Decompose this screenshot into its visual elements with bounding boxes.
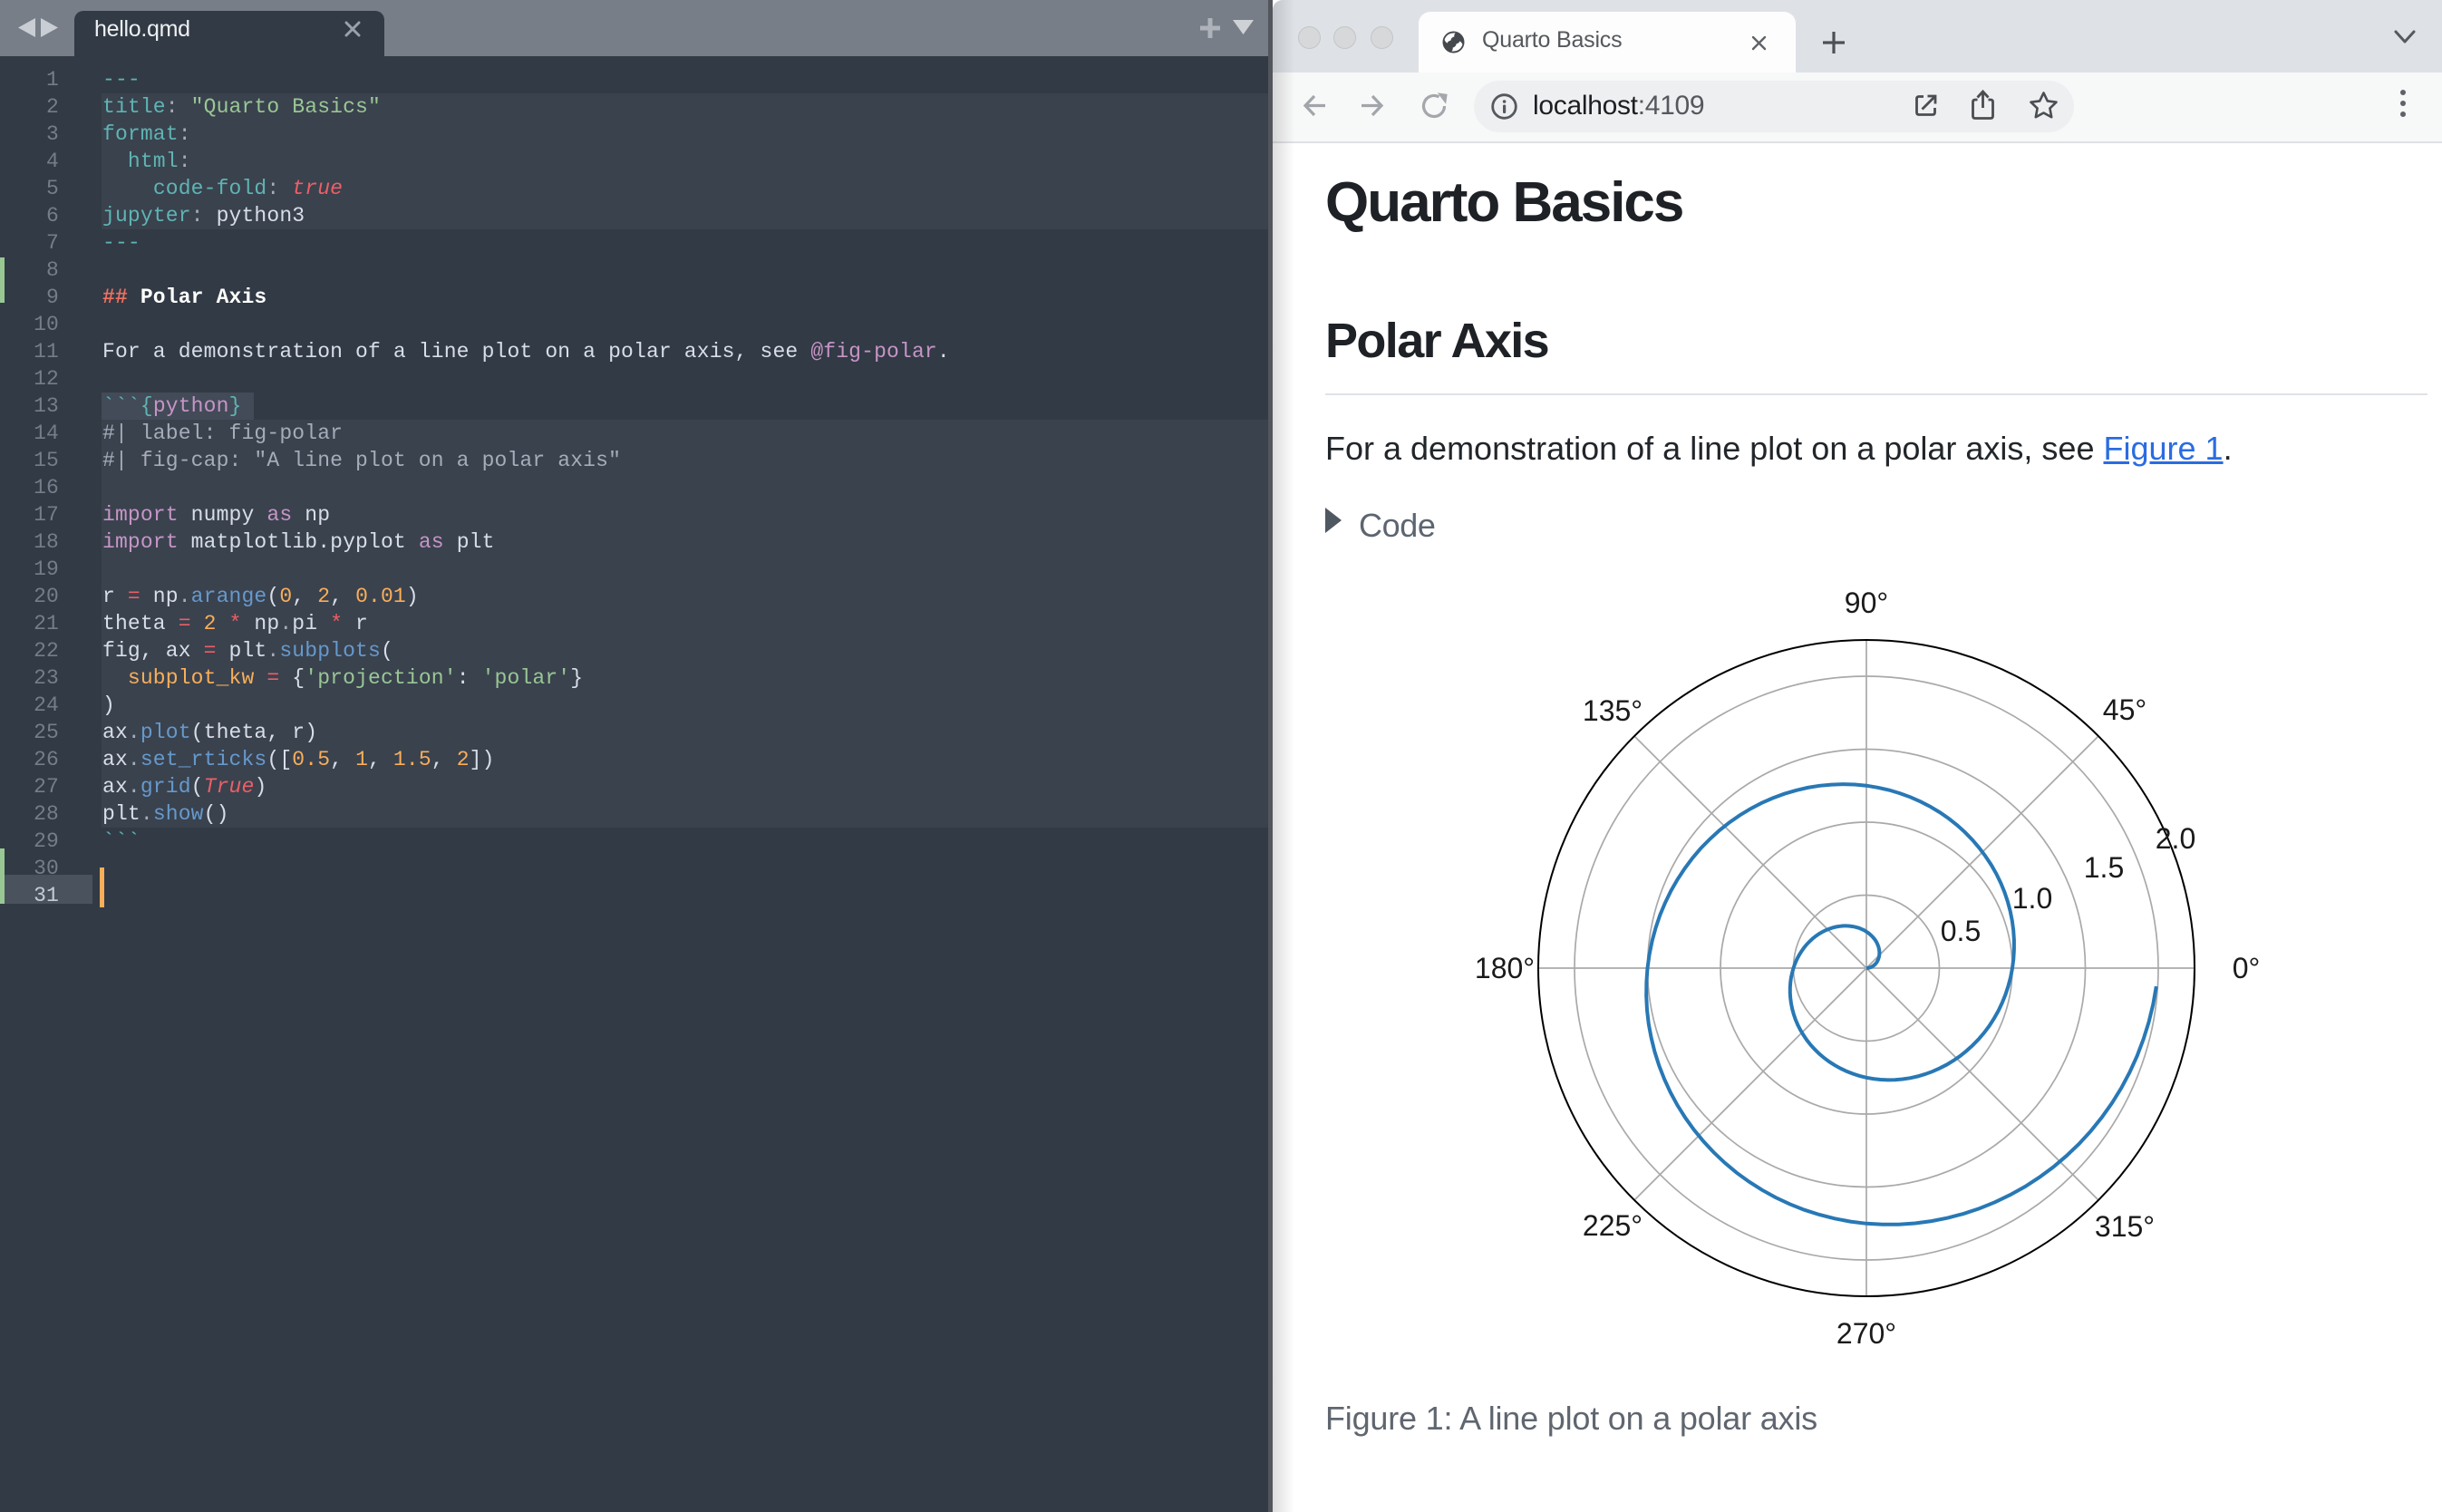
svg-text:315°: 315° — [2095, 1210, 2155, 1243]
svg-text:45°: 45° — [2103, 693, 2146, 726]
svg-text:0°: 0° — [2233, 952, 2261, 984]
svg-text:180°: 180° — [1475, 952, 1535, 984]
svg-text:1.5: 1.5 — [2084, 851, 2124, 884]
svg-text:1.0: 1.0 — [2012, 882, 2052, 915]
svg-text:0.5: 0.5 — [1941, 915, 1981, 947]
svg-text:2.0: 2.0 — [2156, 822, 2195, 855]
svg-text:270°: 270° — [1836, 1317, 1896, 1350]
svg-text:135°: 135° — [1583, 694, 1643, 727]
svg-text:225°: 225° — [1583, 1209, 1643, 1242]
svg-text:90°: 90° — [1845, 586, 1888, 619]
